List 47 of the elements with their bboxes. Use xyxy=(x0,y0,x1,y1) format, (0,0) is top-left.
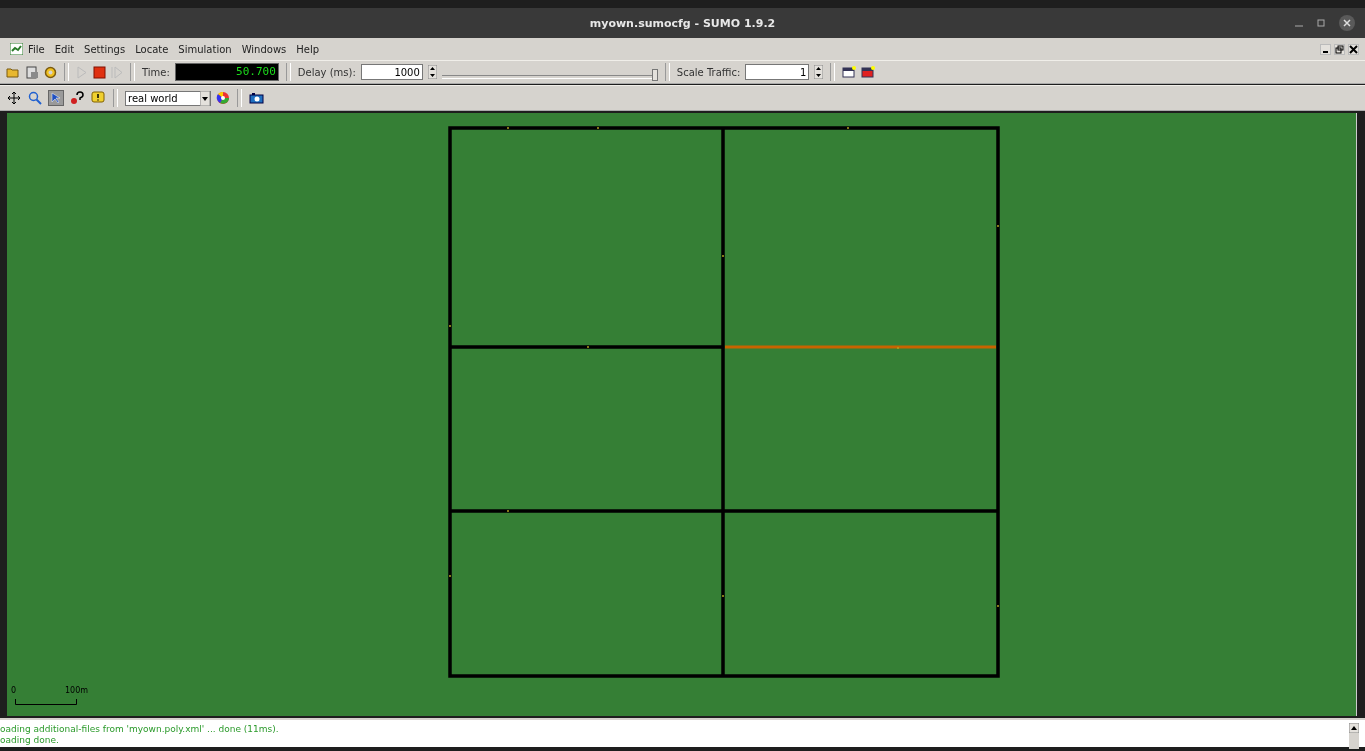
maximize-icon[interactable] xyxy=(1317,19,1325,27)
window-icon[interactable] xyxy=(861,66,876,78)
minimize-icon[interactable] xyxy=(1320,43,1331,55)
close-icon[interactable] xyxy=(1348,43,1359,55)
search-tool-button[interactable] xyxy=(27,90,43,106)
menu-item[interactable]: Windows xyxy=(236,43,292,55)
scale-traffic-label: Scale Traffic: xyxy=(676,66,741,78)
tooltip-icon xyxy=(91,91,105,105)
tooltip-tool-button[interactable] xyxy=(90,90,106,106)
log-line: oading done. xyxy=(0,735,60,746)
log-line: oading additional-files from 'myown.poly.xml' ... done (11ms). xyxy=(0,724,280,735)
delay-label: Delay (ms): xyxy=(297,66,356,78)
scale-bar-icon xyxy=(15,699,77,705)
time-label: Time: xyxy=(142,66,170,78)
scale-start-label: 0 xyxy=(11,686,17,695)
question-tool-button[interactable] xyxy=(69,90,85,106)
menu-item[interactable]: Settings xyxy=(79,43,131,55)
open-folder-icon[interactable] xyxy=(6,66,20,78)
scroll-up-icon[interactable] xyxy=(1349,723,1359,733)
window-icon[interactable] xyxy=(842,66,857,78)
scheme-dropdown[interactable]: real world xyxy=(125,90,211,106)
spinner-icon[interactable] xyxy=(427,65,437,79)
stop-icon[interactable] xyxy=(93,65,106,79)
dropdown-arrow-icon xyxy=(200,90,210,106)
scale-traffic-field[interactable]: 1 xyxy=(745,64,810,80)
menu-item[interactable]: Edit xyxy=(49,43,80,55)
time-display: 50.700 xyxy=(174,63,279,81)
menu-item[interactable]: Help xyxy=(291,43,325,55)
color-wheel-icon[interactable] xyxy=(216,91,230,105)
menu-item[interactable]: File xyxy=(23,43,50,55)
cursor-icon xyxy=(49,91,63,105)
close-icon[interactable] xyxy=(1339,15,1355,31)
scale-end-label: 100m xyxy=(65,686,89,695)
spinner-icon[interactable] xyxy=(814,65,824,79)
move-icon xyxy=(7,91,21,105)
delay-field[interactable]: 1000 xyxy=(360,64,423,80)
restore-icon[interactable] xyxy=(1334,43,1345,55)
search-icon xyxy=(28,91,42,105)
menu-item[interactable]: Simulation xyxy=(173,43,237,55)
delay-slider[interactable] xyxy=(651,69,658,81)
app-icon xyxy=(10,43,23,55)
move-tool-button[interactable] xyxy=(6,90,22,106)
camera-icon[interactable] xyxy=(249,92,264,104)
cursor-tool-button[interactable] xyxy=(48,90,64,106)
window-title: myown.sumocfg - SUMO 1.9.2 xyxy=(589,16,776,30)
question-icon xyxy=(70,91,84,105)
menu-item[interactable]: Locate xyxy=(130,43,174,55)
